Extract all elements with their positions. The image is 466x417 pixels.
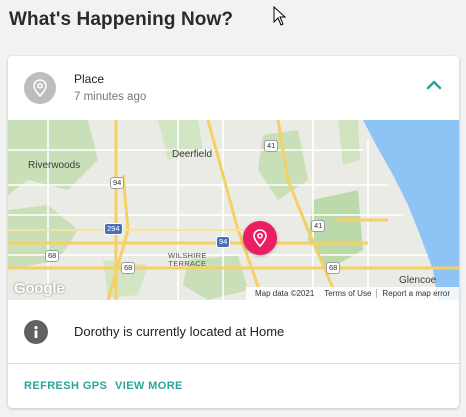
terms-of-use-link[interactable]: Terms of Use <box>319 289 376 298</box>
interstate-94-shield: 94 <box>216 236 231 248</box>
card-actions: REFRESH GPS VIEW MORE <box>8 364 459 408</box>
place-timestamp: 7 minutes ago <box>74 91 147 103</box>
card-header: Place 7 minutes ago <box>8 56 459 120</box>
map-view[interactable]: 94 294 94 41 41 68 68 68 Riverwoods Deer… <box>8 120 459 300</box>
chevron-up-icon <box>426 80 442 90</box>
google-logo: Google <box>14 280 65 297</box>
report-map-error-link[interactable]: Report a map error <box>377 289 455 298</box>
location-card: Place 7 minutes ago 94 294 94 41 41 68 6… <box>8 56 459 408</box>
info-icon <box>24 320 48 344</box>
mouse-cursor-icon <box>273 6 287 26</box>
interstate-294-shield: 294 <box>104 223 123 235</box>
map-location-marker[interactable] <box>243 221 277 255</box>
view-more-button[interactable]: VIEW MORE <box>115 380 183 392</box>
location-pin-icon <box>253 229 267 247</box>
map-label-deerfield: Deerfield <box>172 149 213 160</box>
route-41-shield: 41 <box>264 140 279 152</box>
map-data-credit: Map data ©2021 <box>255 289 315 298</box>
interstate-94-shield: 94 <box>110 177 125 189</box>
map-tiles <box>8 120 459 300</box>
route-41-shield: 41 <box>311 220 326 232</box>
status-row: Dorothy is currently located at Home <box>8 300 459 364</box>
status-text: Dorothy is currently located at Home <box>74 324 285 339</box>
map-attribution-bar: Map data ©2021 Terms of Use Report a map… <box>246 287 459 300</box>
page-title: What's Happening Now? <box>9 9 234 30</box>
route-68-shield: 68 <box>326 262 341 274</box>
refresh-gps-button[interactable]: REFRESH GPS <box>24 380 107 392</box>
map-label-riverwoods: Riverwoods <box>28 160 81 171</box>
map-label-glencoe: Glencoe <box>399 275 437 286</box>
location-pin-icon <box>24 72 56 104</box>
map-label-wilshire-terrace: WILSHIRE TERRACE <box>168 251 207 268</box>
route-68-shield: 68 <box>121 262 136 274</box>
place-title: Place <box>74 72 105 86</box>
collapse-button[interactable] <box>423 74 445 96</box>
route-68-shield: 68 <box>45 250 60 262</box>
